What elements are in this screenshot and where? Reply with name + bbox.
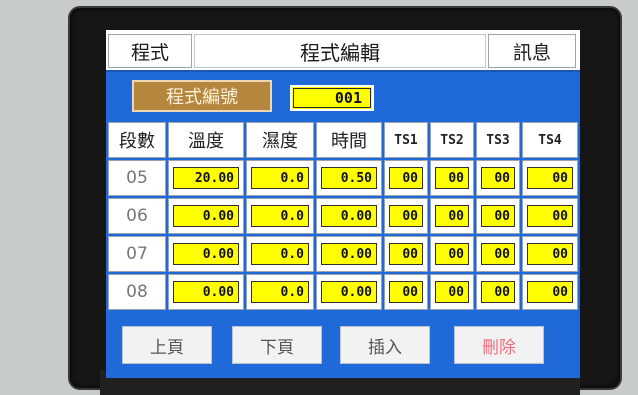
column-header-segment: 段數 — [108, 122, 166, 158]
humidity-field[interactable]: 0.0 — [251, 243, 309, 265]
ts2-field[interactable]: 00 — [435, 281, 469, 303]
column-header-ts4: TS4 — [522, 122, 578, 158]
ts4-field[interactable]: 00 — [527, 167, 573, 189]
ts2-cell: 00 — [430, 160, 474, 196]
column-header-time: 時間 — [316, 122, 382, 158]
ts3-field[interactable]: 00 — [481, 281, 515, 303]
temperature-field[interactable]: 0.00 — [173, 281, 239, 303]
column-header-ts1: TS1 — [384, 122, 428, 158]
table-row: 08 0.00 0.0 0.00 00 00 00 00 — [106, 274, 580, 310]
ts4-cell: 00 — [522, 198, 578, 234]
column-header-humidity: 濕度 — [246, 122, 314, 158]
temperature-cell: 20.00 — [168, 160, 244, 196]
time-cell: 0.00 — [316, 198, 382, 234]
time-field[interactable]: 0.00 — [321, 243, 377, 265]
ts2-field[interactable]: 00 — [435, 167, 469, 189]
page-title: 程式編輯 — [194, 34, 486, 68]
temperature-field[interactable]: 0.00 — [173, 243, 239, 265]
humidity-cell: 0.0 — [246, 274, 314, 310]
ts4-field[interactable]: 00 — [527, 243, 573, 265]
table-row: 06 0.00 0.0 0.00 00 00 00 00 — [106, 198, 580, 234]
temperature-cell: 0.00 — [168, 236, 244, 272]
ts2-field[interactable]: 00 — [435, 205, 469, 227]
table-row: 05 20.00 0.0 0.50 00 00 00 00 — [106, 160, 580, 196]
ts3-cell: 00 — [476, 274, 520, 310]
ts1-cell: 00 — [384, 236, 428, 272]
column-header-ts2: TS2 — [430, 122, 474, 158]
segment-number: 07 — [108, 236, 166, 272]
table-row: 07 0.00 0.0 0.00 00 00 00 00 — [106, 236, 580, 272]
ts4-field[interactable]: 00 — [527, 205, 573, 227]
ts4-cell: 00 — [522, 236, 578, 272]
ts3-cell: 00 — [476, 236, 520, 272]
humidity-cell: 0.0 — [246, 236, 314, 272]
ts2-cell: 00 — [430, 198, 474, 234]
insert-button[interactable]: 插入 — [340, 326, 430, 364]
title-bar: 程式 程式編輯 訊息 — [106, 30, 580, 72]
ts1-field[interactable]: 00 — [389, 243, 423, 265]
humidity-field[interactable]: 0.0 — [251, 281, 309, 303]
next-page-button[interactable]: 下頁 — [232, 326, 322, 364]
ts3-field[interactable]: 00 — [481, 205, 515, 227]
time-cell: 0.00 — [316, 274, 382, 310]
humidity-cell: 0.0 — [246, 160, 314, 196]
segment-number: 08 — [108, 274, 166, 310]
ts1-cell: 00 — [384, 274, 428, 310]
ts4-field[interactable]: 00 — [527, 281, 573, 303]
humidity-cell: 0.0 — [246, 198, 314, 234]
ts1-cell: 00 — [384, 198, 428, 234]
temperature-cell: 0.00 — [168, 274, 244, 310]
ts3-cell: 00 — [476, 160, 520, 196]
hmi-screen: 程式 程式編輯 訊息 程式編號 001 段數 溫度 濕度 時間 TS1 TS2 … — [106, 30, 580, 378]
time-cell: 0.00 — [316, 236, 382, 272]
program-number-row: 程式編號 001 — [106, 74, 580, 120]
footer-toolbar: 上頁 下頁 插入 刪除 — [106, 322, 580, 378]
ts3-cell: 00 — [476, 198, 520, 234]
table-header-row: 段數 溫度 濕度 時間 TS1 TS2 TS3 TS4 — [106, 122, 580, 158]
message-button[interactable]: 訊息 — [488, 34, 576, 68]
ts3-field[interactable]: 00 — [481, 167, 515, 189]
segment-number: 05 — [108, 160, 166, 196]
ts4-cell: 00 — [522, 160, 578, 196]
time-field[interactable]: 0.00 — [321, 281, 377, 303]
prev-page-button[interactable]: 上頁 — [122, 326, 212, 364]
segment-number: 06 — [108, 198, 166, 234]
ts2-cell: 00 — [430, 274, 474, 310]
ts1-field[interactable]: 00 — [389, 281, 423, 303]
ts4-cell: 00 — [522, 274, 578, 310]
ts1-cell: 00 — [384, 160, 428, 196]
ts3-field[interactable]: 00 — [481, 243, 515, 265]
column-header-temperature: 溫度 — [168, 122, 244, 158]
program-number-field[interactable]: 001 — [290, 85, 374, 111]
time-field[interactable]: 0.00 — [321, 205, 377, 227]
ts1-field[interactable]: 00 — [389, 167, 423, 189]
temperature-cell: 0.00 — [168, 198, 244, 234]
ts2-cell: 00 — [430, 236, 474, 272]
time-field[interactable]: 0.50 — [321, 167, 377, 189]
ts1-field[interactable]: 00 — [389, 205, 423, 227]
column-header-ts3: TS3 — [476, 122, 520, 158]
temperature-field[interactable]: 20.00 — [173, 167, 239, 189]
delete-button[interactable]: 刪除 — [454, 326, 544, 364]
humidity-field[interactable]: 0.0 — [251, 167, 309, 189]
humidity-field[interactable]: 0.0 — [251, 205, 309, 227]
temperature-field[interactable]: 0.00 — [173, 205, 239, 227]
program-menu-button[interactable]: 程式 — [108, 34, 192, 68]
program-number-label: 程式編號 — [132, 80, 272, 112]
time-cell: 0.50 — [316, 160, 382, 196]
ts2-field[interactable]: 00 — [435, 243, 469, 265]
